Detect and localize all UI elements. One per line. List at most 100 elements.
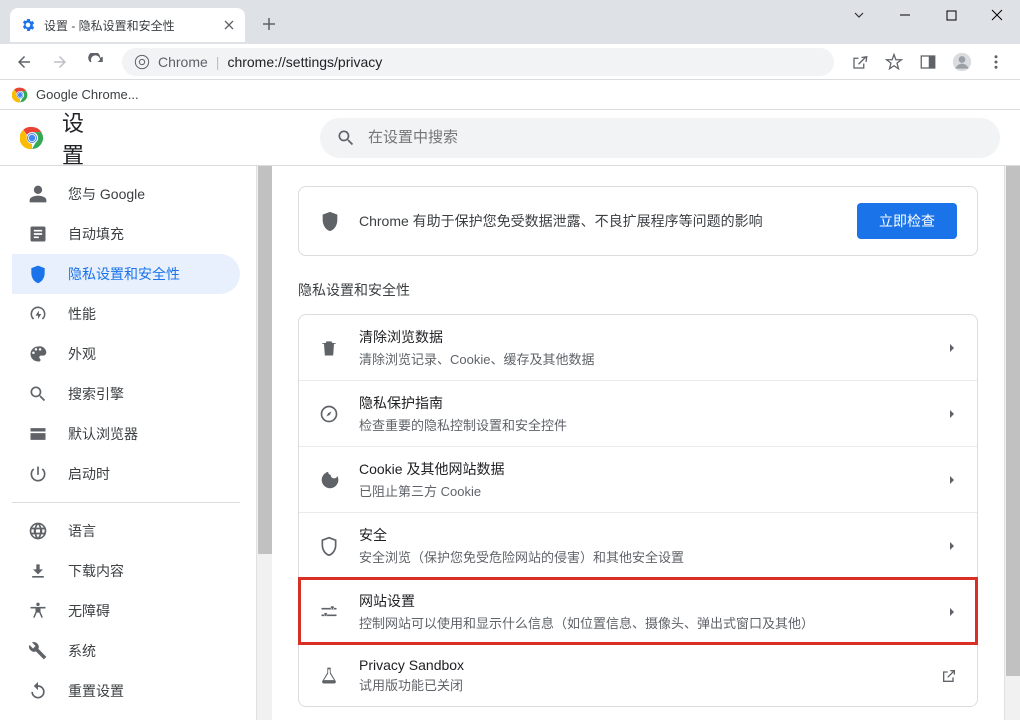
scrollbar-thumb[interactable] xyxy=(258,166,272,554)
sidebar-item-system[interactable]: 系统 xyxy=(12,631,240,671)
addressbar: Chrome | chrome://settings/privacy xyxy=(0,44,1020,80)
row-privacy-sandbox[interactable]: Privacy Sandbox 试用版功能已关闭 xyxy=(299,644,977,706)
tab-title: 设置 - 隐私设置和安全性 xyxy=(44,17,213,34)
row-sub: 试用版功能已关闭 xyxy=(359,675,921,694)
menu-dots-icon[interactable] xyxy=(980,46,1012,78)
download-icon xyxy=(28,561,48,581)
sidebar-item-search-engine[interactable]: 搜索引擎 xyxy=(12,374,240,414)
new-tab-button[interactable] xyxy=(255,10,283,38)
external-link-icon xyxy=(941,668,957,684)
sidebar-item-label: 自动填充 xyxy=(68,224,124,244)
share-icon[interactable] xyxy=(844,46,876,78)
person-icon xyxy=(28,184,48,204)
chrome-logo-icon xyxy=(20,126,44,150)
sidebar-item-you-and-google[interactable]: 您与 Google xyxy=(12,174,240,214)
sidebar-item-autofill[interactable]: 自动填充 xyxy=(12,214,240,254)
bookmarks-bar: Google Chrome... xyxy=(0,80,1020,110)
chevron-right-icon xyxy=(947,475,957,485)
browser-icon xyxy=(28,424,48,444)
sidebar-item-accessibility[interactable]: 无障碍 xyxy=(12,591,240,631)
browser-tab[interactable]: 设置 - 隐私设置和安全性 xyxy=(10,8,245,42)
row-privacy-guide[interactable]: 隐私保护指南检查重要的隐私控制设置和安全控件 xyxy=(299,380,977,446)
row-title: 网站设置 xyxy=(359,591,927,611)
shield-outline-icon xyxy=(319,536,339,556)
sidebar-item-on-startup[interactable]: 启动时 xyxy=(12,454,240,494)
scrollbar-thumb[interactable] xyxy=(1006,166,1020,676)
autofill-icon xyxy=(28,224,48,244)
row-title: Cookie 及其他网站数据 xyxy=(359,459,927,479)
privacy-list: 清除浏览数据清除浏览记录、Cookie、缓存及其他数据 隐私保护指南检查重要的隐… xyxy=(298,314,978,707)
sidebar-item-label: 启动时 xyxy=(68,464,110,484)
sidebar-item-label: 默认浏览器 xyxy=(68,424,138,444)
chrome-logo-icon xyxy=(12,87,28,103)
globe-icon xyxy=(28,521,48,541)
shield-icon xyxy=(28,264,48,284)
search-icon xyxy=(336,128,356,148)
settings-gear-icon xyxy=(20,17,36,33)
section-title: 隐私设置和安全性 xyxy=(298,280,978,300)
sidebar-item-label: 您与 Google xyxy=(68,184,145,204)
row-clear-browsing-data[interactable]: 清除浏览数据清除浏览记录、Cookie、缓存及其他数据 xyxy=(299,315,977,380)
compass-icon xyxy=(319,404,339,424)
row-sub: 控制网站可以使用和显示什么信息（如位置信息、摄像头、弹出式窗口及其他） xyxy=(359,613,927,632)
profile-avatar-icon[interactable] xyxy=(946,46,978,78)
check-now-button[interactable]: 立即检查 xyxy=(857,203,957,239)
row-sub: 清除浏览记录、Cookie、缓存及其他数据 xyxy=(359,349,927,368)
row-title: 安全 xyxy=(359,525,927,545)
maximize-button[interactable] xyxy=(928,0,974,30)
sidebar-item-label: 隐私设置和安全性 xyxy=(68,264,180,284)
close-tab-icon[interactable] xyxy=(221,17,237,33)
sidebar-item-languages[interactable]: 语言 xyxy=(12,511,240,551)
sidebar-item-label: 重置设置 xyxy=(68,681,124,701)
omnibox[interactable]: Chrome | chrome://settings/privacy xyxy=(122,48,834,76)
row-sub: 检查重要的隐私控制设置和安全控件 xyxy=(359,415,927,434)
minimize-button[interactable] xyxy=(882,0,928,30)
reload-button[interactable] xyxy=(80,46,112,78)
url-text: chrome://settings/privacy xyxy=(227,54,382,70)
sidebar-item-label: 性能 xyxy=(68,304,96,324)
flask-icon xyxy=(319,666,339,686)
search-icon xyxy=(28,384,48,404)
bookmark-item[interactable]: Google Chrome... xyxy=(36,87,139,102)
sidebar-item-privacy-security[interactable]: 隐私设置和安全性 xyxy=(12,254,240,294)
sidebar-item-downloads[interactable]: 下载内容 xyxy=(12,551,240,591)
close-window-button[interactable] xyxy=(974,0,1020,30)
row-security[interactable]: 安全安全浏览（保护您免受危险网站的侵害）和其他安全设置 xyxy=(299,512,977,578)
chevron-right-icon xyxy=(947,409,957,419)
sidebar-item-label: 外观 xyxy=(68,344,96,364)
row-site-settings[interactable]: 网站设置控制网站可以使用和显示什么信息（如位置信息、摄像头、弹出式窗口及其他） xyxy=(299,578,977,644)
content-scrollbar[interactable] xyxy=(1004,166,1020,720)
settings-search[interactable] xyxy=(320,118,1000,158)
row-title: 清除浏览数据 xyxy=(359,327,927,347)
row-title: 隐私保护指南 xyxy=(359,393,927,413)
settings-header: 设置 xyxy=(0,110,1020,166)
sidebar-item-default-browser[interactable]: 默认浏览器 xyxy=(12,414,240,454)
chevron-down-icon[interactable] xyxy=(836,0,882,30)
sidebar: 您与 Google 自动填充 隐私设置和安全性 性能 外观 搜索引擎 默认浏览器… xyxy=(0,166,256,720)
sidebar-divider xyxy=(12,502,240,503)
chevron-right-icon xyxy=(947,343,957,353)
speedometer-icon xyxy=(28,304,48,324)
chevron-right-icon xyxy=(947,541,957,551)
side-panel-icon[interactable] xyxy=(912,46,944,78)
forward-button xyxy=(44,46,76,78)
sidebar-item-reset[interactable]: 重置设置 xyxy=(12,671,240,711)
row-cookies[interactable]: Cookie 及其他网站数据已阻止第三方 Cookie xyxy=(299,446,977,512)
window-controls xyxy=(836,0,1020,30)
reset-icon xyxy=(28,681,48,701)
chrome-icon xyxy=(134,54,150,70)
sidebar-item-label: 下载内容 xyxy=(68,561,124,581)
sidebar-item-label: 搜索引擎 xyxy=(68,384,124,404)
sidebar-scrollbar[interactable] xyxy=(256,166,272,720)
palette-icon xyxy=(28,344,48,364)
back-button[interactable] xyxy=(8,46,40,78)
sidebar-item-performance[interactable]: 性能 xyxy=(12,294,240,334)
row-title: Privacy Sandbox xyxy=(359,657,921,673)
security-banner: Chrome 有助于保护您免受数据泄露、不良扩展程序等问题的影响 立即检查 xyxy=(298,186,978,256)
bookmark-star-icon[interactable] xyxy=(878,46,910,78)
cookie-icon xyxy=(319,470,339,490)
shield-icon xyxy=(319,210,341,232)
settings-search-input[interactable] xyxy=(368,129,984,146)
sidebar-item-appearance[interactable]: 外观 xyxy=(12,334,240,374)
chrome-label: Chrome xyxy=(158,54,208,70)
